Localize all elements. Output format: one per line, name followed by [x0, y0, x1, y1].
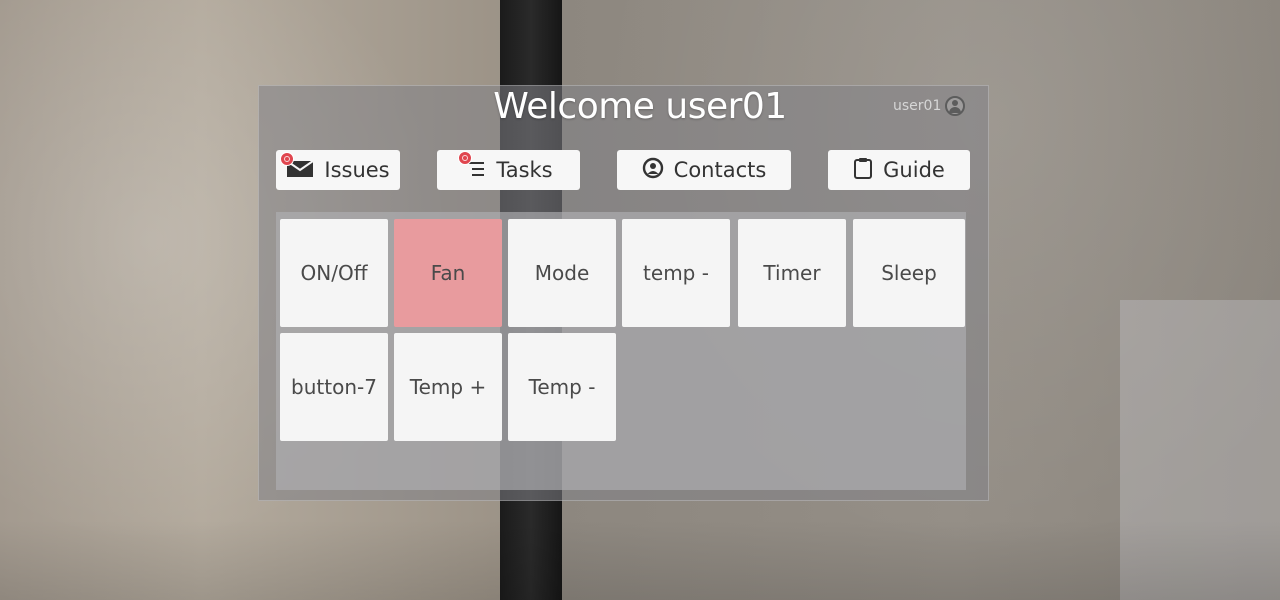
notification-badge — [458, 150, 473, 165]
tasks-button[interactable]: Tasks — [437, 150, 580, 190]
user-chip[interactable]: user01 — [893, 93, 966, 119]
tile-temp-minus-lower[interactable]: temp - — [622, 219, 730, 327]
tile-label: Fan — [430, 261, 466, 285]
tile-label: temp - — [643, 261, 709, 285]
tile-button-7[interactable]: button-7 — [280, 333, 388, 441]
tile-label: ON/Off — [300, 261, 368, 285]
tile-label: Mode — [534, 261, 590, 285]
contacts-label: Contacts — [673, 158, 767, 182]
tile-label: button-7 — [291, 375, 377, 399]
tile-label: Sleep — [881, 261, 937, 285]
issues-button[interactable]: Issues — [276, 150, 400, 190]
tile-label: Temp - — [528, 375, 596, 399]
tile-on-off[interactable]: ON/Off — [280, 219, 388, 327]
tile-fan[interactable]: Fan — [394, 219, 502, 327]
tile-sleep[interactable]: Sleep — [853, 219, 965, 327]
guide-button[interactable]: Guide — [828, 150, 970, 190]
notification-badge — [280, 151, 295, 166]
contact-icon — [642, 157, 664, 184]
tile-temp-minus[interactable]: Temp - — [508, 333, 616, 441]
clipboard-icon — [853, 157, 873, 184]
mail-icon — [280, 151, 314, 183]
tile-timer[interactable]: Timer — [738, 219, 846, 327]
username-label: user01 — [893, 98, 942, 114]
tile-label: Temp + — [409, 375, 487, 399]
tile-label: Timer — [763, 261, 821, 285]
floor-shadow — [0, 520, 1280, 600]
task-list-icon — [458, 150, 486, 184]
tile-temp-plus[interactable]: Temp + — [394, 333, 502, 441]
issues-label: Issues — [324, 158, 390, 182]
tile-mode[interactable]: Mode — [508, 219, 616, 327]
page-title: Welcome user01 — [493, 86, 787, 127]
user-avatar-icon — [945, 96, 966, 116]
tasks-label: Tasks — [496, 158, 553, 182]
contacts-button[interactable]: Contacts — [617, 150, 791, 190]
guide-label: Guide — [883, 158, 945, 182]
